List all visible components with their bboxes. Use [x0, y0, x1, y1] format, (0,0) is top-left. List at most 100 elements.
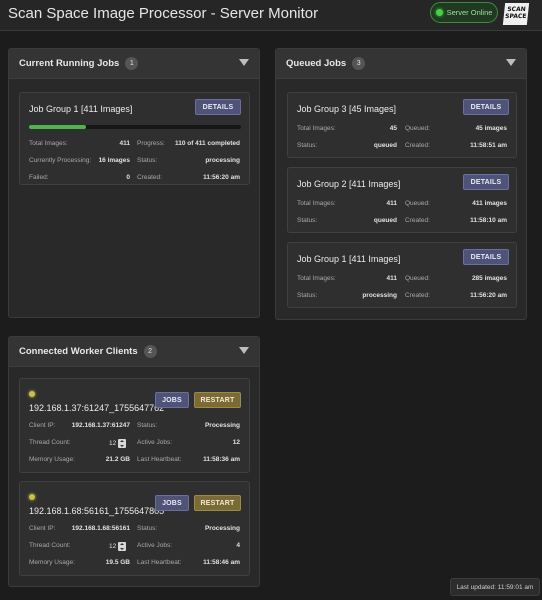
heartbeat-value: 11:58:36 am [203, 456, 240, 463]
created-value: 11:56:20 am [203, 174, 240, 181]
details-button[interactable]: DETAILS [463, 174, 509, 190]
running-jobs-panel: Current Running Jobs 1 Job Group 1 [411 … [8, 48, 260, 318]
heartbeat-value: 11:58:46 am [203, 559, 240, 566]
total-images-value: 45 [389, 125, 397, 132]
total-images-label: Total Images: [29, 140, 68, 147]
memory-label: Memory Usage: [29, 559, 75, 566]
job-row: Total Images: 411 Progress: 110 of 411 c… [29, 140, 240, 150]
queued-job-card: Job Group 2 [411 Images] DETAILS Total I… [287, 167, 517, 233]
server-status-badge: Server Online [430, 2, 498, 23]
job-title: Job Group 1 [411 Images] [297, 254, 401, 264]
client-row: Memory Usage: 19.5 GB Last Heartbeat: 11… [29, 559, 240, 569]
panel-title: Connected Worker Clients [19, 346, 138, 357]
created-value: 11:56:20 am [470, 292, 507, 299]
total-images-label: Total Images: [297, 200, 336, 207]
client-name: 192.168.1.68:56161_1755647805 [29, 506, 165, 516]
worker-clients-header[interactable]: Connected Worker Clients 2 [9, 337, 259, 367]
running-jobs-header[interactable]: Current Running Jobs 1 [9, 49, 259, 79]
thread-count-value: 12 [109, 439, 117, 447]
heartbeat-label: Last Heartbeat: [137, 559, 182, 566]
collapse-icon[interactable] [239, 59, 249, 66]
scan-space-logo: SCAN SPACE [502, 3, 530, 25]
server-status-label: Server Online [446, 8, 493, 17]
thread-count-stepper[interactable]: 12 [109, 541, 127, 551]
failed-value: 0 [126, 174, 130, 181]
client-status-dot-icon [29, 494, 35, 500]
total-images-value: 411 [119, 140, 131, 147]
job-row: Total Images: 411 Queued: 285 images [297, 275, 507, 285]
collapse-icon[interactable] [239, 347, 249, 354]
memory-value: 19.5 GB [105, 559, 130, 566]
job-title: Job Group 1 [411 Images] [29, 104, 133, 114]
status-value: Processing [204, 422, 240, 429]
client-row: Client IP: 192.168.1.68:56161 Status: Pr… [29, 525, 240, 535]
queued-jobs-panel: Queued Jobs 3 Job Group 3 [45 Images] DE… [275, 48, 527, 320]
thread-count-stepper[interactable]: 12 [109, 438, 127, 448]
jobs-button[interactable]: JOBS [155, 392, 189, 408]
client-ip-value: 192.168.1.68:56161 [71, 525, 130, 532]
progress-value: 110 of 411 completed [174, 140, 240, 147]
stepper-arrows-icon[interactable] [118, 438, 127, 448]
client-ip-label: Client IP: [29, 525, 56, 532]
details-button[interactable]: DETAILS [195, 99, 241, 115]
status-label: Status: [137, 157, 158, 164]
job-row: Status: queued Created: 11:58:51 am [297, 142, 507, 152]
thread-count-label: Thread Count: [29, 542, 71, 549]
worker-clients-panel: Connected Worker Clients 2 192.168.1.37:… [8, 336, 260, 587]
collapse-icon[interactable] [506, 59, 516, 66]
queued-label: Queued: [405, 200, 430, 207]
status-dot-icon [435, 9, 443, 16]
status-value: queued [373, 217, 397, 224]
created-label: Created: [405, 292, 430, 299]
status-label: Status: [297, 292, 318, 299]
worker-client-card: 192.168.1.37:61247_1755647762 JOBS RESTA… [19, 378, 250, 473]
memory-value: 21.2 GB [105, 456, 130, 463]
total-images-value: 411 [386, 200, 398, 207]
status-label: Status: [297, 142, 318, 149]
job-progress-fill [29, 125, 86, 129]
stepper-arrows-icon[interactable] [118, 541, 127, 551]
created-label: Created: [405, 142, 430, 149]
created-value: 11:58:10 am [470, 217, 507, 224]
panel-title: Current Running Jobs [19, 58, 120, 69]
job-row: Total Images: 411 Queued: 411 images [297, 200, 507, 210]
status-value: Processing [204, 525, 240, 532]
created-label: Created: [137, 174, 162, 181]
panel-title: Queued Jobs [286, 58, 347, 69]
status-value: processing [362, 292, 397, 299]
count-badge: 3 [352, 57, 366, 70]
jobs-button[interactable]: JOBS [155, 495, 189, 511]
memory-label: Memory Usage: [29, 456, 75, 463]
processing-label: Currently Processing: [29, 157, 92, 164]
count-badge: 1 [125, 57, 139, 70]
details-button[interactable]: DETAILS [463, 249, 509, 265]
client-row: Memory Usage: 21.2 GB Last Heartbeat: 11… [29, 456, 240, 466]
created-value: 11:58:51 am [470, 142, 507, 149]
job-row: Status: processing Created: 11:56:20 am [297, 292, 507, 302]
thread-count-label: Thread Count: [29, 439, 71, 446]
restart-button[interactable]: RESTART [194, 495, 241, 511]
status-label: Status: [137, 525, 158, 532]
queued-job-card: Job Group 1 [411 Images] DETAILS Total I… [287, 242, 517, 308]
created-label: Created: [405, 217, 430, 224]
total-images-label: Total Images: [297, 275, 336, 282]
queued-label: Queued: [405, 275, 430, 282]
client-row: Thread Count: 12 Active Jobs: 4 [29, 541, 240, 552]
status-label: Status: [137, 422, 158, 429]
restart-button[interactable]: RESTART [194, 392, 241, 408]
heartbeat-label: Last Heartbeat: [137, 456, 182, 463]
queued-value: 45 images [475, 125, 507, 132]
job-row: Total Images: 45 Queued: 45 images [297, 125, 507, 135]
last-updated-badge: Last updated: 11:59:01 am [450, 578, 540, 596]
details-button[interactable]: DETAILS [463, 99, 509, 115]
client-row: Thread Count: 12 Active Jobs: 12 [29, 438, 240, 449]
job-title: Job Group 2 [411 Images] [297, 179, 401, 189]
failed-label: Failed: [29, 174, 49, 181]
status-value: queued [373, 142, 397, 149]
app-header: Scan Space Image Processor - Server Moni… [0, 0, 542, 31]
active-jobs-value: 4 [236, 542, 240, 549]
client-row: Client IP: 192.168.1.37:61247 Status: Pr… [29, 422, 240, 432]
job-progress-bar [29, 125, 241, 129]
client-ip-value: 192.168.1.37:61247 [71, 422, 130, 429]
queued-jobs-header[interactable]: Queued Jobs 3 [276, 49, 526, 79]
